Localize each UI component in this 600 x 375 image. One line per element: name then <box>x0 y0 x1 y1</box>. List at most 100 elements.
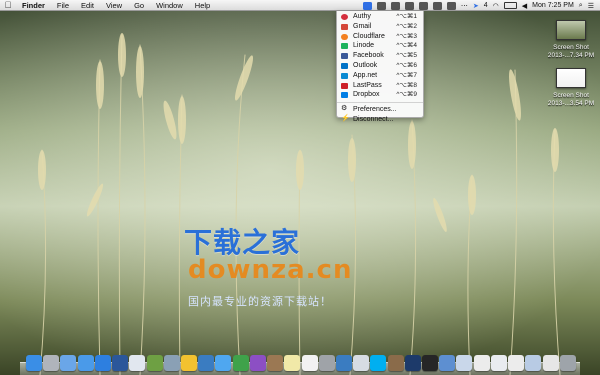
notification-center-icon[interactable]: ☰ <box>588 2 594 10</box>
finder-icon[interactable] <box>26 355 42 371</box>
app-icon[interactable] <box>335 355 352 371</box>
app-icon[interactable] <box>446 1 456 10</box>
app-icon[interactable] <box>376 1 386 10</box>
mail-icon[interactable] <box>353 355 370 371</box>
shortcut-label: ^⌥⌘1 <box>396 13 417 20</box>
calendar-icon[interactable] <box>301 355 318 371</box>
word-icon[interactable] <box>112 355 129 371</box>
menu-item-label: Outlook <box>353 61 378 69</box>
file-detail: 2013-...3.54 PM <box>547 100 595 107</box>
menu-item-outlook[interactable]: Outlook ^⌥⌘6 <box>337 61 423 71</box>
app-icon[interactable] <box>198 355 215 371</box>
shortcut-label: ^⌥⌘6 <box>396 61 417 69</box>
facebook-icon <box>341 53 348 60</box>
menu-item-label: LastPass <box>353 81 382 89</box>
desktop-file-screenshot-1[interactable]: Screen Shot 2013-...7.34 PM <box>543 20 599 60</box>
app-icon[interactable] <box>439 355 456 371</box>
search-icon[interactable]: ⌕ <box>579 2 583 10</box>
pen-icon[interactable] <box>146 355 163 371</box>
folder-icon[interactable] <box>456 355 473 371</box>
menu-file[interactable]: File <box>51 0 75 11</box>
app-icon[interactable] <box>390 1 400 10</box>
app-icon[interactable] <box>404 1 414 10</box>
menu-item-gmail[interactable]: Gmail ^⌥⌘2 <box>337 22 423 32</box>
shortcut-label: ^⌥⌘9 <box>396 91 417 99</box>
cursor-icon[interactable]: ➤ <box>473 2 479 10</box>
menu-item-cloudflare[interactable]: Cloudflare ^⌥⌘3 <box>337 32 423 42</box>
menu-item-label: App.net <box>353 71 378 79</box>
cloud-icon <box>341 33 348 40</box>
watermark-domain: downza.cn <box>188 255 353 285</box>
menu-item-lastpass[interactable]: LastPass ^⌥⌘8 <box>337 81 423 91</box>
desktop-wallpaper <box>0 0 600 375</box>
menu-view[interactable]: View <box>100 0 128 11</box>
omnifocus-icon[interactable] <box>249 355 266 371</box>
menu-item-label: Dropbox <box>353 91 380 99</box>
menu-item-linode[interactable]: Linode ^⌥⌘4 <box>337 41 423 51</box>
authy-icon <box>341 14 348 20</box>
app-icon[interactable] <box>387 355 404 371</box>
shortcut-label: ^⌥⌘7 <box>396 71 417 79</box>
menu-window[interactable]: Window <box>150 0 189 11</box>
facetime-icon[interactable] <box>232 355 249 371</box>
apple-icon[interactable]:  <box>0 0 16 10</box>
app-icon[interactable] <box>129 355 146 371</box>
menu-item-disconnect[interactable]: ⚡ Disconnect... <box>337 115 423 125</box>
dropbox-icon <box>341 92 348 99</box>
contacts-icon[interactable] <box>267 355 284 371</box>
skype-icon[interactable] <box>370 355 387 371</box>
app-icon[interactable] <box>418 1 428 10</box>
menu-item-dropbox[interactable]: Dropbox ^⌥⌘9 <box>337 90 423 100</box>
launchpad-icon[interactable] <box>43 355 60 371</box>
menu-item-preferences[interactable]: ⚙ Preferences... <box>337 105 423 115</box>
menu-separator <box>337 102 423 104</box>
menu-edit[interactable]: Edit <box>75 0 100 11</box>
menu-item-label: Facebook <box>353 52 384 60</box>
menu-bar:  Finder File Edit View Go Window Help ⋯… <box>0 0 600 11</box>
itunes-icon[interactable] <box>94 355 111 371</box>
chrome-icon[interactable] <box>180 355 197 371</box>
menu-item-authy[interactable]: Authy ^⌥⌘1 <box>337 12 423 22</box>
trash-icon[interactable] <box>559 355 576 371</box>
wifi-icon[interactable]: ◠ <box>493 2 499 10</box>
gmail-icon <box>341 23 348 30</box>
terminal-icon[interactable] <box>422 355 439 371</box>
document-icon[interactable] <box>473 355 490 371</box>
folder-icon[interactable] <box>525 355 542 371</box>
menu-item-facebook[interactable]: Facebook ^⌥⌘5 <box>337 51 423 61</box>
desktop-file-screenshot-2[interactable]: Screen Shot 2013-...3.54 PM <box>543 68 599 108</box>
document-icon[interactable] <box>490 355 507 371</box>
clock[interactable]: Mon 7:25 PM <box>532 0 574 11</box>
network-icon[interactable] <box>163 355 180 371</box>
volume-icon[interactable]: ◀ <box>522 2 527 10</box>
menu-item-label: Disconnect... <box>353 115 394 123</box>
plug-icon: ⚡ <box>341 114 350 122</box>
status-area: ⋯ ➤ 4 ◠ ◀ Mon 7:25 PM ⌕ ☰ <box>362 0 594 11</box>
menu-help[interactable]: Help <box>189 0 216 11</box>
safari-icon[interactable] <box>60 355 77 371</box>
document-icon[interactable] <box>508 355 525 371</box>
authy-dropdown-menu: Authy ^⌥⌘1 Gmail ^⌥⌘2 Cloudflare ^⌥⌘3 Li… <box>336 11 424 123</box>
messages-icon[interactable] <box>215 355 232 371</box>
app-badge: 4 <box>483 2 488 9</box>
menu-go[interactable]: Go <box>128 0 150 11</box>
document-icon[interactable] <box>542 355 559 371</box>
authy-icon[interactable] <box>362 1 372 10</box>
linode-icon <box>341 43 348 50</box>
shortcut-label: ^⌥⌘5 <box>396 52 417 60</box>
menu-finder[interactable]: Finder <box>16 0 51 11</box>
screenshot-thumbnail <box>556 20 586 40</box>
menu-item-label: Gmail <box>353 22 372 30</box>
appnet-icon <box>341 72 348 79</box>
more-icon[interactable]: ⋯ <box>461 2 468 10</box>
menu-item-appnet[interactable]: App.net ^⌥⌘7 <box>337 71 423 81</box>
shortcut-label: ^⌥⌘2 <box>396 22 417 30</box>
photoshop-icon[interactable] <box>404 355 421 371</box>
app-store-icon[interactable] <box>77 355 94 371</box>
app-icon[interactable] <box>432 1 442 10</box>
battery-icon[interactable] <box>503 2 517 9</box>
outlook-icon <box>341 62 348 69</box>
system-prefs-icon[interactable] <box>318 355 335 371</box>
notes-icon[interactable] <box>284 355 301 371</box>
menu-item-label: Authy <box>353 13 371 20</box>
